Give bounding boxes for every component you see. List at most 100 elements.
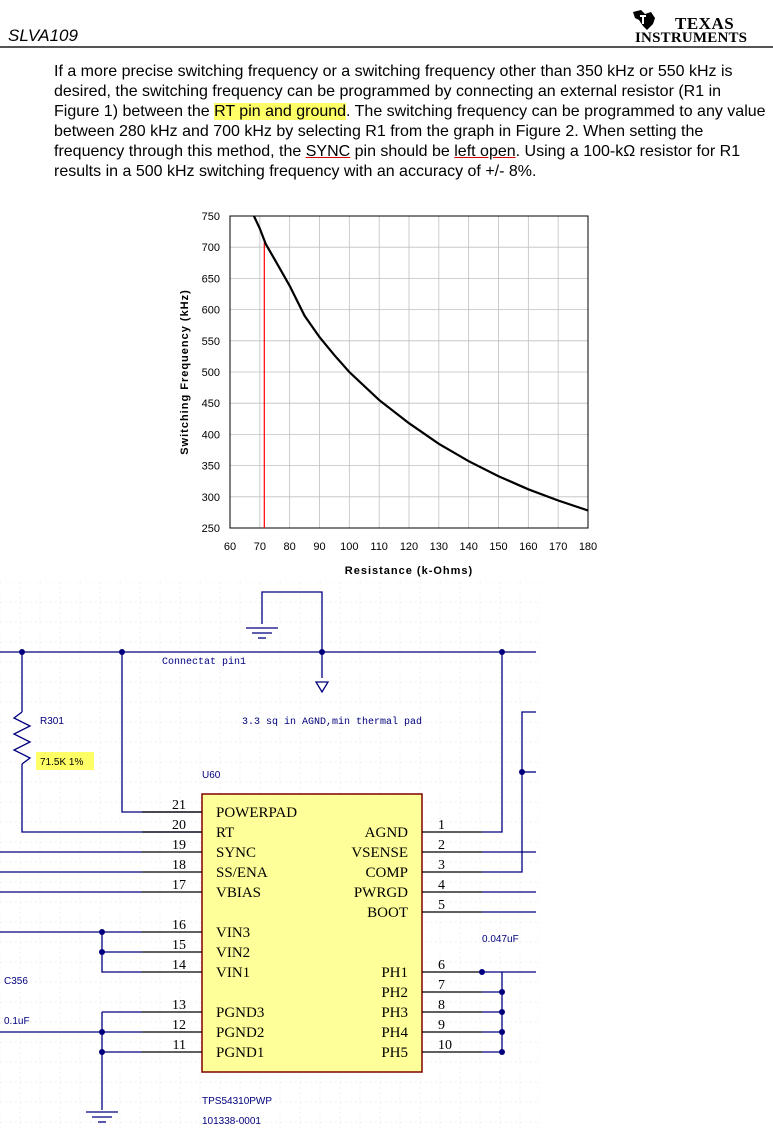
header-rule [0,46,773,48]
right-pin-num: 2 [438,838,445,853]
left-pin-name: VBIAS [216,885,261,901]
left-pin-name: PGND3 [216,1005,264,1021]
x-axis-label: Resistance (k-Ohms) [345,565,473,577]
ti-logo-icon [633,10,655,30]
x-tick-label: 60 [224,541,236,553]
right-pin-name: PH5 [381,1045,408,1061]
x-tick-label: 90 [313,541,325,553]
right-pin-name: COMP [365,865,408,881]
left-pin-num: 19 [172,838,186,853]
left-pin-name: SS/ENA [216,865,268,881]
x-tick-label: 130 [430,541,448,553]
left-pin-name: VIN2 [216,945,250,961]
c356-ref: C356 [4,976,28,987]
r301-resistor [12,711,32,765]
right-pin-name: PWRGD [354,885,408,901]
left-pin-num: 13 [172,998,186,1013]
left-pin-name: SYNC [216,845,256,861]
c356-value: 0.1uF [4,1016,30,1027]
right-pin-num: 8 [438,998,445,1013]
y-tick-label: 400 [202,429,220,441]
left-pin-num: 16 [172,918,186,933]
right-pin-name: BOOT [367,905,408,921]
brand-line2: Instruments [635,30,748,46]
powerpad-wire [121,652,202,813]
junction-dot [479,969,485,975]
junction-dot [499,1049,505,1055]
ic-part: TPS54310PWP [202,1096,272,1107]
junction-dot [519,769,525,775]
schematic: Connectat pin1 3.3 sq in AGND,min thermal… [0,582,540,1130]
right-pin-name: VSENSE [351,845,408,861]
x-tick-label: 170 [549,541,567,553]
y-tick-label: 550 [202,336,220,348]
left-pin-num: 15 [172,938,186,953]
right-pin-name: PH4 [381,1025,408,1041]
left-pin-num: 20 [172,818,186,833]
left-pin-num: 11 [173,1038,186,1053]
right-pin-name: PH3 [381,1005,408,1021]
right-pin-num: 6 [438,958,445,973]
junction-dot [499,1029,505,1035]
left-pin-num: 12 [172,1018,186,1033]
left-pin-name: PGND1 [216,1045,264,1061]
left-pin-name: VIN3 [216,925,250,941]
document-id: SLVA109 [8,26,78,45]
body-paragraph: If a more precise switching frequency or… [54,62,768,182]
cap-0047-value: 0.047uF [482,934,519,945]
left-pin-num: 21 [172,798,186,813]
r301-ref: R301 [40,716,64,727]
right-pin-name: AGND [365,825,408,841]
left-pin-name: RT [216,825,234,841]
port-arrow [314,681,330,694]
x-tick-label: 120 [400,541,418,553]
junction-dot [499,989,505,995]
right-pin-num: 5 [438,898,445,913]
right-pin-num: 10 [438,1038,452,1053]
left-pin-num: 18 [172,858,186,873]
left-open-underlined: left open [454,143,516,160]
right-pin-num: 1 [438,818,445,833]
junction-dot [99,929,105,935]
highlight-rt-pin: RT pin and ground [214,103,347,120]
right-pin-num: 7 [438,978,445,993]
y-tick-label: 350 [202,461,220,473]
r301-value: 71.5K 1% [40,757,83,768]
right-pin-num: 9 [438,1018,445,1033]
junction-dot [319,649,325,655]
x-tick-label: 110 [370,541,388,553]
right-pin-num: 4 [438,878,445,893]
ic-number: 101338-0001 [202,1116,261,1127]
sync-underlined: SYNC [305,143,351,160]
junction-dot [99,1049,105,1055]
left-pin-name: POWERPAD [216,805,297,821]
y-tick-label: 450 [202,398,220,410]
y-tick-label: 250 [202,523,220,535]
right-pin-name: PH2 [381,985,408,1001]
left-pin-name: PGND2 [216,1025,264,1041]
left-pin-name: VIN1 [216,965,250,981]
x-tick-label: 160 [519,541,537,553]
ic-ref: U60 [202,770,221,781]
body-text-3: pin should be [350,143,455,160]
note-agnd: 3.3 sq in AGND,min thermal pad [242,716,422,728]
x-tick-label: 150 [489,541,507,553]
y-tick-label: 500 [202,367,220,379]
left-pin-num: 17 [172,878,186,893]
frequency-chart: 60 70 80 90 100 110 120 130 140 150 160 170 180 250 30… [179,211,597,577]
left-pin-num: 14 [172,958,186,973]
ti-logo: Texas Instruments [631,6,761,46]
junction-dot [499,1009,505,1015]
y-tick-label: 700 [202,242,220,254]
right-pin-num: 3 [438,858,445,873]
comp-wire [482,711,536,873]
y-tick-label: 650 [202,273,220,285]
note-connect: Connectat pin1 [162,656,246,668]
x-tick-label: 180 [579,541,597,553]
x-tick-label: 70 [254,541,266,553]
x-tick-label: 140 [459,541,477,553]
y-tick-label: 600 [202,305,220,317]
x-tick-label: 100 [340,541,358,553]
y-tick-label: 750 [202,211,220,223]
y-axis-label: Switching Frequency (kHz) [179,289,191,455]
